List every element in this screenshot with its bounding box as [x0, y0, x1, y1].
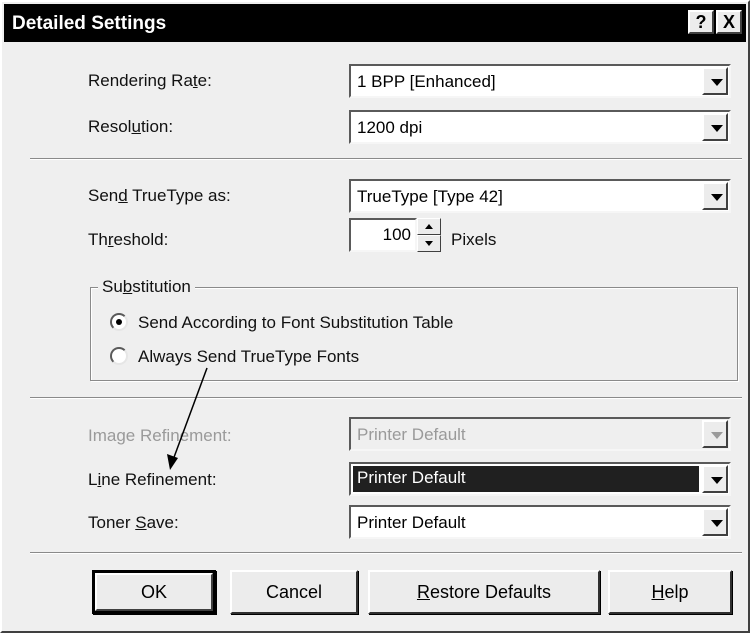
image-refinement-dropdown: Printer Default [349, 417, 731, 451]
spin-down-icon[interactable] [417, 235, 441, 252]
annotation-arrow-line [172, 367, 208, 461]
line-refinement-dropdown[interactable]: Printer Default [349, 462, 731, 496]
threshold-label: Threshold: [88, 230, 169, 249]
resolution-dropdown[interactable]: 1200 dpi [349, 110, 731, 144]
radio-substitution-table[interactable] [110, 313, 128, 331]
toner-save-label: Toner Save: [88, 513, 179, 532]
threshold-spinner[interactable] [417, 218, 441, 252]
chevron-down-icon[interactable] [702, 67, 728, 95]
separator [30, 552, 742, 554]
radio-always-truetype-label[interactable]: Always Send TrueType Fonts [138, 347, 359, 367]
radio-substitution-table-label[interactable]: Send According to Font Substitution Tabl… [138, 313, 453, 333]
threshold-input[interactable]: 100 [349, 218, 417, 252]
image-refinement-value: Printer Default [357, 425, 466, 444]
substitution-title: Substitution [98, 277, 195, 297]
image-refinement-label: Image Refinement: [88, 426, 232, 445]
rendering-rate-value: 1 BPP [Enhanced] [357, 72, 496, 91]
chevron-down-icon[interactable] [702, 508, 728, 536]
chevron-down-icon[interactable] [702, 465, 728, 493]
chevron-down-icon [702, 420, 728, 448]
rendering-rate-dropdown[interactable]: 1 BPP [Enhanced] [349, 64, 731, 98]
title-bar: Detailed Settings ? X [4, 4, 746, 42]
send-truetype-dropdown[interactable]: TrueType [Type 42] [349, 179, 731, 213]
help-button[interactable]: Help [608, 570, 732, 614]
chevron-down-icon[interactable] [702, 113, 728, 141]
separator [30, 397, 742, 399]
ok-label: OK [95, 573, 213, 611]
resolution-value: 1200 dpi [357, 118, 423, 137]
help-title-button[interactable]: ? [688, 10, 714, 34]
ok-button[interactable]: OK [92, 570, 216, 614]
spin-up-icon[interactable] [417, 218, 441, 235]
rendering-rate-label: Rendering Rate: [88, 71, 212, 90]
restore-defaults-button[interactable]: Restore Defaults [368, 570, 600, 614]
threshold-unit: Pixels [451, 230, 497, 249]
radio-always-truetype[interactable] [110, 347, 128, 365]
resolution-label: Resolution: [88, 117, 174, 136]
cancel-button[interactable]: Cancel [230, 570, 358, 614]
toner-save-dropdown[interactable]: Printer Default [349, 505, 731, 539]
line-refinement-value: Printer Default [357, 468, 466, 487]
toner-save-value: Printer Default [357, 513, 466, 532]
annotation-arrow-head [167, 454, 178, 470]
window-title: Detailed Settings [12, 13, 167, 34]
send-truetype-label: Send TrueType as: [88, 186, 231, 205]
radio-selected-dot [116, 319, 122, 325]
send-truetype-value: TrueType [Type 42] [357, 187, 503, 206]
separator [30, 158, 742, 160]
chevron-down-icon[interactable] [702, 182, 728, 210]
detailed-settings-dialog: Detailed Settings ? X Rendering Rate: 1 … [0, 0, 750, 633]
close-button[interactable]: X [716, 10, 742, 34]
line-refinement-label: Line Refinement: [88, 470, 217, 489]
